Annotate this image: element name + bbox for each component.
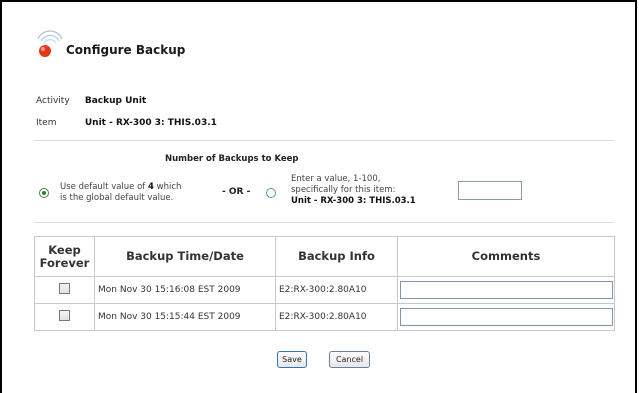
default-option-prefix: Use default value of xyxy=(60,182,149,192)
keep-forever-checkbox[interactable] xyxy=(59,283,70,294)
backup-table: Keep Forever Backup Time/Date Backup Inf… xyxy=(34,236,615,331)
wireless-backup-icon xyxy=(37,30,63,57)
default-option-suffix: which xyxy=(153,182,182,192)
custom-option-item: Unit - RX-300 3: THIS.03.1 xyxy=(291,196,416,206)
custom-option-line1: Enter a value, 1-100, xyxy=(291,174,381,184)
custom-option-line2: specifically for this item: xyxy=(291,185,396,195)
table-row: Mon Nov 30 15:16:08 EST 2009 E2:RX-300:2… xyxy=(34,276,615,304)
backup-time-cell: Mon Nov 30 15:15:44 EST 2009 xyxy=(94,303,276,331)
divider xyxy=(34,140,614,141)
comment-input[interactable] xyxy=(399,281,613,299)
custom-value-radio[interactable] xyxy=(266,188,276,198)
comment-cell xyxy=(397,303,615,331)
comment-cell xyxy=(397,276,615,304)
default-value-radio[interactable] xyxy=(39,188,49,198)
backups-section-title: Number of Backups to Keep xyxy=(165,154,299,164)
item-value: Unit - RX-300 3: THIS.03.1 xyxy=(84,118,217,128)
backup-time-cell: Mon Nov 30 15:16:08 EST 2009 xyxy=(94,276,276,304)
activity-value: Backup Unit xyxy=(84,96,147,106)
custom-option-text: Enter a value, 1-100, specifically for t… xyxy=(291,174,416,207)
item-label: Item xyxy=(36,118,57,128)
keep-header-line2: Forever xyxy=(39,255,90,270)
save-button[interactable]: Save xyxy=(277,351,307,368)
backup-count-input[interactable] xyxy=(458,181,522,200)
or-separator: - OR - xyxy=(222,187,251,197)
keep-forever-header: Keep Forever xyxy=(34,236,95,277)
keep-header-line1: Keep xyxy=(48,242,81,257)
comment-input[interactable] xyxy=(399,308,613,326)
page-title: Configure Backup xyxy=(66,43,186,57)
activity-row: Activity Backup Unit xyxy=(36,96,146,106)
keep-cell xyxy=(34,303,95,331)
default-option-line2: is the global default value. xyxy=(60,193,174,203)
table-row: Mon Nov 30 15:15:44 EST 2009 E2:RX-300:2… xyxy=(34,303,615,331)
keep-cell xyxy=(34,276,95,304)
comments-header: Comments xyxy=(397,236,615,277)
item-row: Item Unit - RX-300 3: THIS.03.1 xyxy=(36,118,217,128)
table-header-row: Keep Forever Backup Time/Date Backup Inf… xyxy=(34,236,615,277)
backup-info-cell: E2:RX-300:2.80A10 xyxy=(275,303,398,331)
cancel-button[interactable]: Cancel xyxy=(329,351,370,368)
default-option-text: Use default value of 4 which is the glob… xyxy=(60,182,181,204)
backup-time-header: Backup Time/Date xyxy=(94,236,276,277)
keep-forever-checkbox[interactable] xyxy=(59,310,70,321)
activity-label: Activity xyxy=(36,96,70,106)
backup-info-cell: E2:RX-300:2.80A10 xyxy=(275,276,398,304)
backup-info-header: Backup Info xyxy=(275,236,398,277)
divider xyxy=(34,222,614,223)
